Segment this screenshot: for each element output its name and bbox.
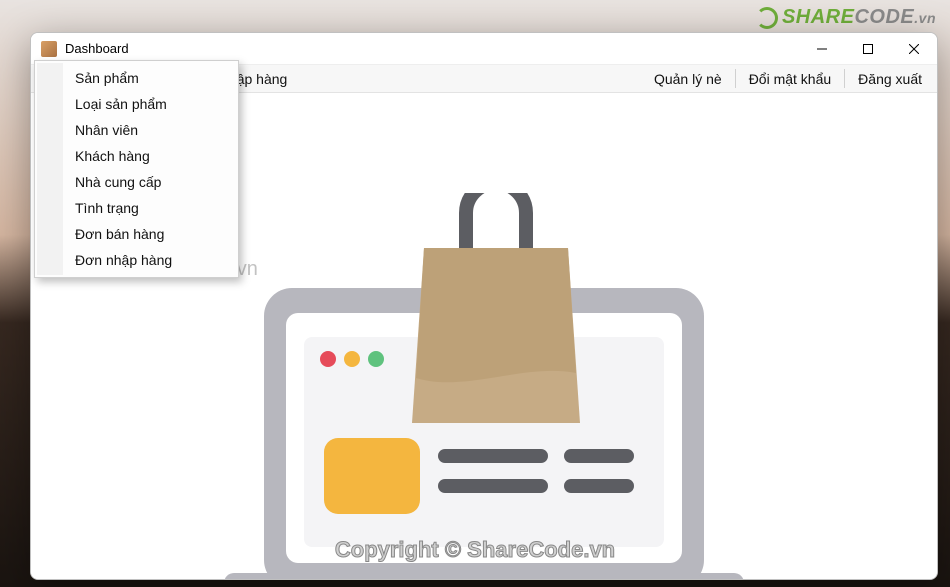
maximize-button[interactable] bbox=[845, 33, 891, 65]
dropdown-item-label: Tình trạng bbox=[75, 200, 139, 216]
sharecode-logo: SHARECODE.vn bbox=[756, 6, 936, 29]
window-title: Dashboard bbox=[65, 41, 129, 56]
dropdown-item-suppliers[interactable]: Nhà cung cấp bbox=[37, 169, 236, 195]
dropdown-item-label: Nhân viên bbox=[75, 122, 138, 138]
dropdown-item-label: Đơn nhập hàng bbox=[75, 252, 172, 268]
menu-logout-label: Đăng xuất bbox=[858, 71, 922, 87]
maximize-icon bbox=[863, 44, 873, 54]
menu-separator bbox=[735, 69, 736, 88]
minimize-icon bbox=[817, 44, 827, 54]
dropdown-item-sales-orders[interactable]: Đơn bán hàng bbox=[37, 221, 236, 247]
shopping-illustration bbox=[224, 193, 744, 579]
dropdown-item-products[interactable]: Sản phẩm bbox=[37, 65, 236, 91]
recycle-icon bbox=[756, 7, 778, 29]
menu-separator bbox=[844, 69, 845, 88]
dropdown-item-label: Sản phẩm bbox=[75, 70, 139, 86]
menu-change-password[interactable]: Đổi mật khẩu bbox=[738, 65, 842, 92]
dropdown-item-label: Đơn bán hàng bbox=[75, 226, 164, 242]
minimize-button[interactable] bbox=[799, 33, 845, 65]
app-icon bbox=[41, 41, 57, 57]
dropdown-item-label: Khách hàng bbox=[75, 148, 150, 164]
menu-change-password-label: Đổi mật khẩu bbox=[749, 71, 831, 87]
dropdown-item-product-types[interactable]: Loại sản phẩm bbox=[37, 91, 236, 117]
close-button[interactable] bbox=[891, 33, 937, 65]
menu-manager-label: Quản lý nè bbox=[654, 71, 722, 87]
dropdown-item-customers[interactable]: Khách hàng bbox=[37, 143, 236, 169]
dropdown-item-employees[interactable]: Nhân viên bbox=[37, 117, 236, 143]
dropdown-item-import-orders[interactable]: Đơn nhập hàng bbox=[37, 247, 236, 273]
close-icon bbox=[909, 44, 919, 54]
dropdown-item-label: Nhà cung cấp bbox=[75, 174, 161, 190]
menu-logout[interactable]: Đăng xuất bbox=[847, 65, 933, 92]
dropdown-item-label: Loại sản phẩm bbox=[75, 96, 167, 112]
menu-manager[interactable]: Quản lý nè bbox=[643, 65, 733, 92]
categories-dropdown: Sản phẩm Loại sản phẩm Nhân viên Khách h… bbox=[34, 60, 239, 278]
dropdown-item-status[interactable]: Tình trạng bbox=[37, 195, 236, 221]
